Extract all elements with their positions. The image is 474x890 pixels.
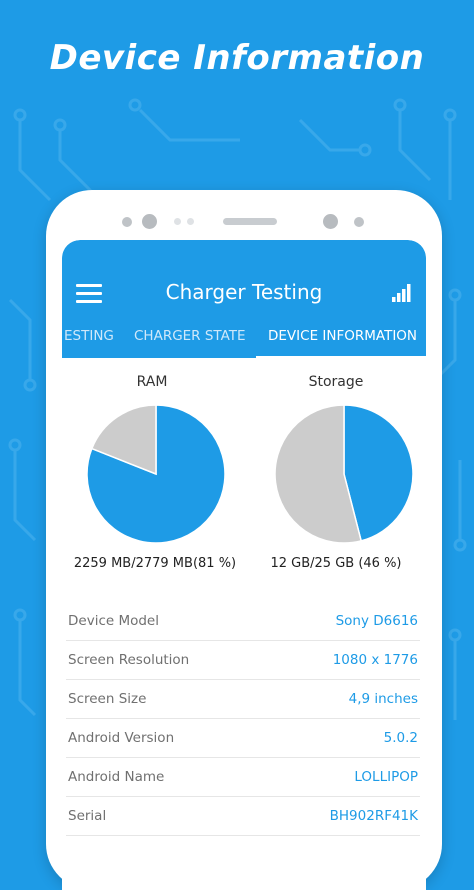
front-camera-icon [142,214,157,229]
ram-chart-title: RAM [136,374,168,390]
info-value: BH902RF41K [329,808,418,824]
phone-top-bezel [46,190,442,240]
info-label: Android Version [68,730,175,746]
info-row: Screen Resolution 1080 x 1776 [66,641,420,680]
sensor-dot [354,217,364,227]
info-value: 1080 x 1776 [332,652,418,668]
headline: Device Information [49,38,425,78]
signal-bars-icon[interactable] [390,280,414,304]
info-value: Sony D6616 [335,613,418,629]
ram-pie-chart [86,404,226,544]
storage-pie-chart [274,404,414,544]
tab-charger-state[interactable]: CHARGER STATE [134,328,246,344]
sensor-dot [122,217,132,227]
phone-frame: Charger Testing ESTING CHARGER STATE DEV… [46,190,442,890]
storage-usage-caption: 12 GB/25 GB (46 %) [270,556,402,571]
ram-usage-caption: 2259 MB/2779 MB(81 %) [73,556,237,571]
device-info-panel: RAM 2259 MB/2779 MB(81 %) Storage 12 GB/… [62,358,426,890]
info-label: Screen Resolution [68,652,190,668]
tab-device-information[interactable]: DEVICE INFORMATION [268,328,417,344]
speaker-grille [223,218,277,225]
tab-testing[interactable]: ESTING [64,328,114,344]
app-screen: Charger Testing ESTING CHARGER STATE DEV… [62,240,426,890]
info-row: Screen Size 4,9 inches [66,680,420,719]
device-info-list: Device Model Sony D6616 Screen Resolution 1… [66,602,420,836]
info-row: Android Name LOLLIPOP [66,758,420,797]
info-value: LOLLIPOP [354,769,418,785]
tab-bar: ESTING CHARGER STATE DEVICE INFORMATION [62,316,426,358]
sensor-dot [174,218,181,225]
sensor-dot [323,214,338,229]
app-title: Charger Testing [165,280,323,304]
info-value: 4,9 inches [348,691,418,707]
info-row: Android Version 5.0.2 [66,719,420,758]
sensor-dot [187,218,194,225]
storage-chart-title: Storage [308,374,364,390]
info-row: Serial BH902RF41K [66,797,420,836]
info-value: 5.0.2 [383,730,418,746]
info-label: Screen Size [68,691,147,707]
app-bar: Charger Testing ESTING CHARGER STATE DEV… [62,240,426,358]
info-label: Android Name [68,769,165,785]
info-row: Device Model Sony D6616 [66,602,420,641]
info-label: Device Model [68,613,159,629]
info-label: Serial [68,808,107,824]
